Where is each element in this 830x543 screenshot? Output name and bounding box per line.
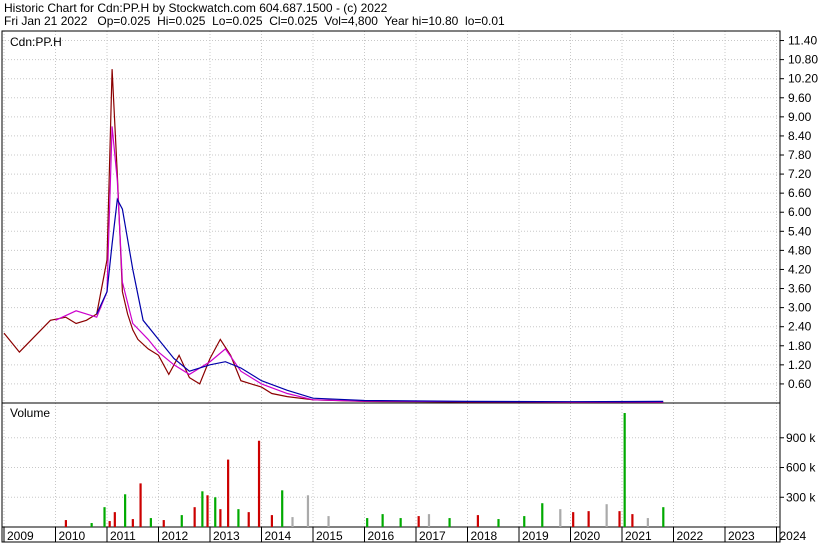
volume-bar xyxy=(108,521,111,527)
volume-bar xyxy=(448,518,451,527)
price-tick-label: 5.40 xyxy=(788,224,812,238)
volume-bar xyxy=(523,516,526,527)
volume-bar xyxy=(427,514,431,527)
volume-y-ticks: 300 k 600 k 900 k xyxy=(780,431,816,504)
volume-bar xyxy=(306,495,310,527)
x-axis-ticks: 2009 2010 2011 2012 2013 2014 2015 2016 2017 2018… xyxy=(3,527,807,543)
x-tick-label: 2010 xyxy=(59,529,86,543)
x-tick-label: 2023 xyxy=(728,529,755,543)
x-tick-label: 2017 xyxy=(419,529,446,543)
x-tick-label: 2015 xyxy=(316,529,343,543)
volume-bar xyxy=(366,518,369,527)
volume-grid xyxy=(2,437,780,498)
x-tick-label: 2019 xyxy=(522,529,549,543)
price-tick-label: 2.40 xyxy=(788,320,812,334)
x-tick-label: 2020 xyxy=(574,529,601,543)
x-tick-label: 2021 xyxy=(625,529,652,543)
volume-bar xyxy=(113,512,116,527)
volume-bar xyxy=(327,516,330,527)
volume-bar xyxy=(623,413,626,527)
volume-bar xyxy=(381,514,384,527)
price-tick-label: 1.80 xyxy=(788,339,812,353)
stock-chart: Cdn:PP.H Volume 0.60 1.20 1.80 2.40 3.00 3.60… xyxy=(1,30,818,543)
volume-bar xyxy=(103,507,106,527)
price-tick-label: 1.20 xyxy=(788,358,812,372)
volume-bar xyxy=(497,519,500,527)
price-tick-label: 4.20 xyxy=(788,262,812,276)
x-tick-label: 2012 xyxy=(162,529,189,543)
volume-bar xyxy=(247,512,250,527)
volume-bar xyxy=(399,518,402,527)
volume-bar xyxy=(605,504,608,527)
volume-bar xyxy=(291,517,294,527)
volume-bar xyxy=(180,515,183,527)
price-tick-label: 9.60 xyxy=(788,91,812,105)
volume-bar xyxy=(572,512,575,527)
volume-bar xyxy=(193,507,196,527)
price-tick-label: 3.60 xyxy=(788,282,812,296)
volume-bar xyxy=(257,440,261,527)
price-series-line-3 xyxy=(96,197,664,403)
volume-bar xyxy=(219,509,222,527)
volume-bar xyxy=(124,494,127,527)
price-tick-label: 7.20 xyxy=(788,167,812,181)
volume-bar xyxy=(476,515,479,527)
volume-bar xyxy=(206,495,209,527)
price-tick-label: 6.60 xyxy=(788,186,812,200)
price-series-line-1 xyxy=(3,69,664,404)
price-tick-label: 6.00 xyxy=(788,205,812,219)
price-tick-label: 10.80 xyxy=(788,53,818,67)
x-tick-label: 2024 xyxy=(780,529,807,543)
price-series-line-2 xyxy=(55,126,664,403)
volume-bar xyxy=(214,497,217,527)
volume-bar xyxy=(587,511,590,527)
volume-bar xyxy=(162,520,165,527)
x-tick-label: 2014 xyxy=(265,529,292,543)
volume-bar xyxy=(227,459,230,527)
x-tick-label: 2011 xyxy=(110,529,136,543)
volume-tick-label: 300 k xyxy=(786,490,816,504)
volume-bar xyxy=(270,515,273,527)
volume-bar xyxy=(559,509,562,527)
price-tick-label: 11.40 xyxy=(788,34,817,48)
volume-bar xyxy=(541,503,544,527)
volume-bar xyxy=(417,516,420,527)
price-series-group xyxy=(3,69,664,404)
x-tick-label: 2009 xyxy=(7,529,34,543)
volume-bar xyxy=(90,523,93,527)
price-tick-label: 8.40 xyxy=(788,129,812,143)
price-y-ticks: 0.60 1.20 1.80 2.40 3.00 3.60 4.20 4.80 5.40 6.00… xyxy=(780,34,818,391)
price-panel-label: Cdn:PP.H xyxy=(10,35,62,49)
price-tick-label: 10.20 xyxy=(788,72,818,86)
x-tick-label: 2022 xyxy=(677,529,704,543)
volume-bar xyxy=(149,518,152,527)
volume-tick-label: 600 k xyxy=(786,461,816,475)
price-tick-label: 9.00 xyxy=(788,110,812,124)
price-tick-label: 7.80 xyxy=(788,148,812,162)
x-tick-label: 2018 xyxy=(471,529,498,543)
volume-bar xyxy=(237,509,240,527)
price-tick-label: 0.60 xyxy=(788,377,812,391)
volume-bar xyxy=(139,483,142,527)
volume-bar xyxy=(131,519,134,527)
volume-bar xyxy=(662,507,665,527)
x-tick-label: 2016 xyxy=(368,529,395,543)
x-tick-label: 2013 xyxy=(213,529,240,543)
volume-panel-label: Volume xyxy=(10,406,50,420)
volume-bar xyxy=(618,511,621,527)
volume-tick-label: 900 k xyxy=(786,431,816,445)
price-tick-label: 3.00 xyxy=(788,301,812,315)
price-tick-label: 4.80 xyxy=(788,243,812,257)
volume-bar xyxy=(64,520,67,527)
volume-bar xyxy=(631,514,634,527)
volume-bar xyxy=(201,491,204,527)
price-grid xyxy=(2,31,780,527)
volume-bar xyxy=(646,518,649,527)
volume-bar xyxy=(281,490,284,527)
